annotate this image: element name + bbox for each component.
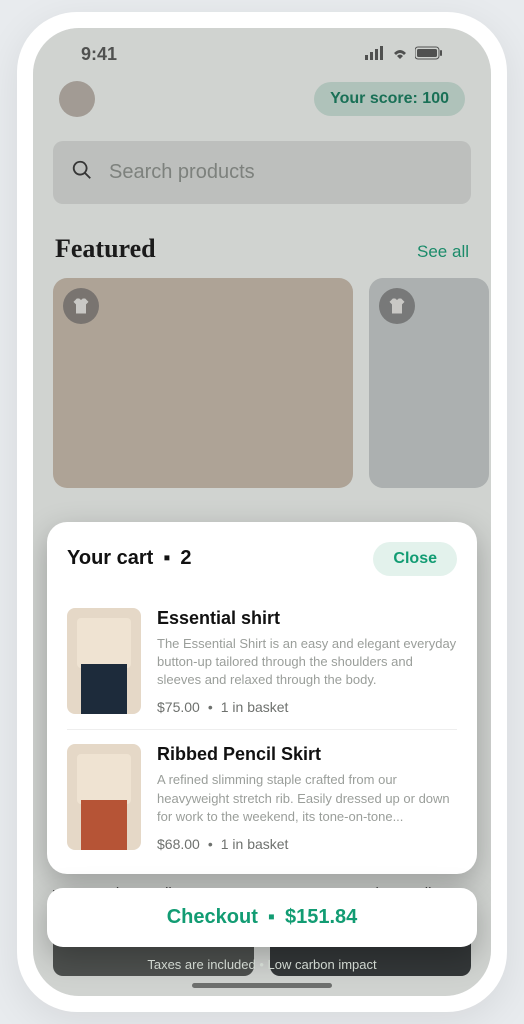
product-thumb [67, 744, 141, 850]
checkout-label: Checkout [167, 906, 258, 929]
featured-title: Featured [55, 234, 156, 264]
featured-card[interactable] [369, 278, 489, 488]
status-icons [365, 44, 443, 65]
featured-header: Featured See all [55, 234, 469, 264]
item-meta: $68.00 • 1 in basket [157, 836, 457, 852]
item-price: $75.00 [157, 699, 200, 715]
phone-frame: 9:41 Your score: 100 [17, 12, 507, 1012]
checkout-total: $151.84 [285, 906, 357, 929]
item-price: $68.00 [157, 836, 200, 852]
cart-item-body: Ribbed Pencil Skirt A refined slimming s… [157, 744, 457, 852]
top-bar: Your score: 100 [53, 71, 471, 127]
see-all-link[interactable]: See all [417, 242, 469, 262]
item-name: Essential shirt [157, 608, 457, 629]
cart-item[interactable]: Ribbed Pencil Skirt A refined slimming s… [67, 729, 457, 866]
cart-title: Your cart ▪ 2 [67, 547, 192, 570]
apparel-icon [379, 288, 415, 324]
cart-modal: Your cart ▪ 2 Close Essential shirt The … [47, 522, 477, 874]
status-time: 9:41 [81, 44, 117, 65]
cart-item[interactable]: Essential shirt The Essential Shirt is a… [67, 594, 457, 730]
avatar[interactable] [59, 81, 95, 117]
item-meta: $75.00 • 1 in basket [157, 699, 457, 715]
item-desc: A refined slimming staple crafted from o… [157, 771, 457, 826]
featured-row[interactable] [53, 278, 471, 488]
cart-item-body: Essential shirt The Essential Shirt is a… [157, 608, 457, 716]
search-bar[interactable]: Search products [53, 141, 471, 204]
screen: 9:41 Your score: 100 [33, 28, 491, 996]
checkout-button[interactable]: Checkout ▪ $151.84 [47, 888, 477, 947]
cart-count: 2 [180, 547, 191, 570]
item-desc: The Essential Shirt is an easy and elega… [157, 635, 457, 690]
dot-separator: ▪ [268, 906, 275, 929]
dot-separator: • [208, 836, 213, 852]
dot-separator: ▪ [163, 547, 170, 570]
battery-icon [415, 44, 443, 65]
search-icon [71, 159, 93, 186]
item-name: Ribbed Pencil Skirt [157, 744, 457, 765]
status-bar: 9:41 [53, 28, 471, 71]
search-placeholder: Search products [109, 161, 255, 184]
item-qty: 1 in basket [221, 836, 289, 852]
apparel-icon [63, 288, 99, 324]
dot-separator: • [208, 699, 213, 715]
signal-icon [365, 44, 385, 65]
product-thumb [67, 608, 141, 714]
cart-title-label: Your cart [67, 547, 153, 570]
item-qty: 1 in basket [221, 699, 289, 715]
featured-card[interactable] [53, 278, 353, 488]
wifi-icon [391, 44, 409, 65]
home-indicator[interactable] [192, 983, 332, 988]
cart-header: Your cart ▪ 2 Close [67, 542, 457, 576]
close-button[interactable]: Close [373, 542, 457, 576]
score-badge[interactable]: Your score: 100 [314, 82, 465, 116]
